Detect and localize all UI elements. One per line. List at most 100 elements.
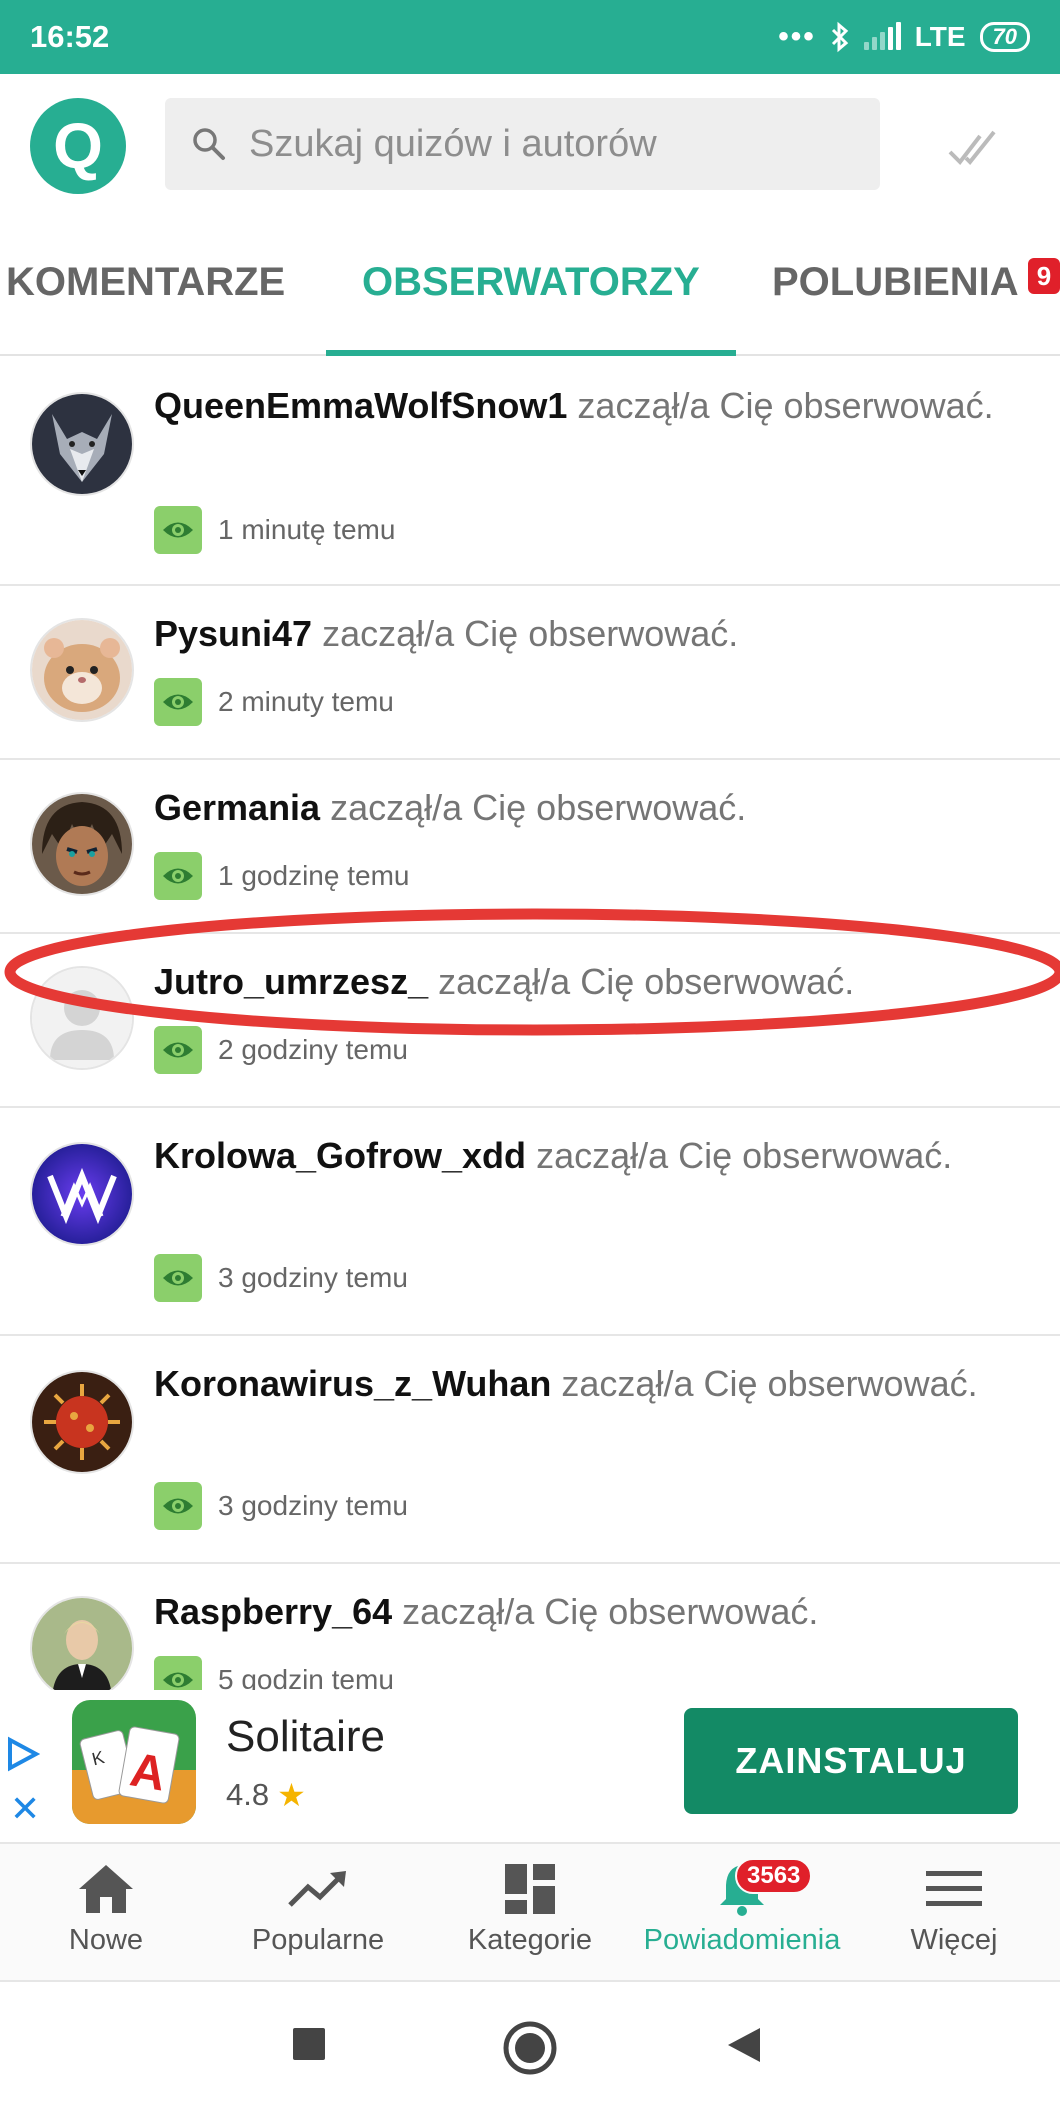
notification-meta: 2 minuty temu xyxy=(154,678,394,726)
username[interactable]: Germania xyxy=(154,787,320,828)
username[interactable]: QueenEmmaWolfSnow1 xyxy=(154,385,567,426)
eye-icon xyxy=(154,1482,202,1530)
action-text: zaczął/a Cię obserwować. xyxy=(330,787,747,828)
ad-rating-value: 4.8 xyxy=(226,1777,270,1812)
ad-choices-icon[interactable] xyxy=(6,1736,40,1772)
notification-meta: 3 godziny temu xyxy=(154,1482,408,1530)
tab-bar: KOMENTARZE OBSERWATORZY POLUBIENIA 9 xyxy=(0,220,1060,356)
timestamp: 3 godziny temu xyxy=(218,1262,408,1293)
tab-polubienia-badge: 9 xyxy=(1028,258,1060,294)
nav-label: Powiadomienia xyxy=(643,1924,841,1956)
timestamp: 3 godziny temu xyxy=(218,1490,408,1521)
network-type: LTE xyxy=(914,21,966,52)
default-avatar[interactable] xyxy=(30,966,134,1070)
bottom-nav: Nowe Popularne Kategorie 3563 Powiadomie… xyxy=(0,1842,1060,1982)
home-icon xyxy=(77,1854,135,1924)
person-avatar[interactable] xyxy=(30,1596,134,1690)
recents-button-icon[interactable] xyxy=(291,2026,327,2062)
more-dots-icon: ••• xyxy=(778,20,816,53)
back-button-icon[interactable] xyxy=(726,2026,762,2064)
nav-nowe[interactable]: Nowe xyxy=(0,1854,212,1974)
notification-item[interactable]: Koronawirus_z_Wuhan zaczął/a Cię obserwo… xyxy=(0,1336,1060,1564)
signal-icon xyxy=(863,22,901,50)
username[interactable]: Krolowa_Gofrow_xdd xyxy=(154,1135,526,1176)
bluetooth-icon xyxy=(831,21,848,53)
battery-level: 70 xyxy=(992,24,1017,49)
notification-count-badge: 3563 xyxy=(735,1858,813,1894)
notification-item[interactable]: QueenEmmaWolfSnow1 zaczął/a Cię obserwow… xyxy=(0,358,1060,586)
aw-logo-avatar[interactable] xyxy=(30,1142,134,1246)
timestamp: 2 godziny temu xyxy=(218,1034,408,1065)
status-time: 16:52 xyxy=(30,19,110,54)
notification-meta: 5 godzin temu xyxy=(154,1656,394,1690)
notification-text: Raspberry_64 zaczął/a Cię obserwować. xyxy=(154,1586,1024,1638)
tab-polubienia[interactable]: POLUBIENIA xyxy=(772,260,1019,305)
nav-label: Nowe xyxy=(68,1924,144,1956)
nav-popularne[interactable]: Popularne xyxy=(212,1854,424,1974)
nav-label: Więcej xyxy=(910,1924,998,1956)
notification-item[interactable]: Germania zaczął/a Cię obserwować. 1 godz… xyxy=(0,760,1060,934)
notification-item[interactable]: Jutro_umrzesz_ zaczął/a Cię obserwować. … xyxy=(0,934,1060,1108)
logo-letter: Q xyxy=(53,110,103,182)
notification-meta: 1 godzinę temu xyxy=(154,852,409,900)
action-text: zaczął/a Cię obserwować. xyxy=(536,1135,953,1176)
bell-icon: 3563 xyxy=(717,1854,813,1924)
nav-powiadomienia[interactable]: 3563 Powiadomienia xyxy=(636,1854,848,1974)
notification-text: Pysuni47 zaczął/a Cię obserwować. xyxy=(154,608,1024,660)
mark-all-read-icon[interactable] xyxy=(948,126,998,170)
action-text: zaczął/a Cię obserwować. xyxy=(322,613,739,654)
action-text: zaczął/a Cię obserwować. xyxy=(402,1591,819,1632)
solitaire-app-icon[interactable]: K A xyxy=(72,1700,196,1824)
username[interactable]: Jutro_umrzesz_ xyxy=(154,961,428,1002)
top-bar: Q xyxy=(0,74,1060,220)
notification-list: QueenEmmaWolfSnow1 zaczął/a Cię obserwow… xyxy=(0,358,1060,1690)
menu-icon xyxy=(926,1854,982,1924)
notification-meta: 2 godziny temu xyxy=(154,1026,408,1074)
eye-icon xyxy=(154,506,202,554)
eye-icon xyxy=(154,852,202,900)
timestamp: 5 godzin temu xyxy=(218,1664,394,1690)
notification-text: Krolowa_Gofrow_xdd zaczął/a Cię obserwow… xyxy=(154,1130,1024,1182)
status-icons: ••• LTE 70 xyxy=(778,20,1030,54)
ad-rating: 4.8 ★ xyxy=(226,1776,306,1814)
nav-kategorie[interactable]: Kategorie xyxy=(424,1854,636,1974)
notification-item[interactable]: Pysuni47 zaczął/a Cię obserwować. 2 minu… xyxy=(0,586,1060,760)
hamster-avatar[interactable] xyxy=(30,618,134,722)
grid-icon xyxy=(503,1854,557,1924)
username[interactable]: Koronawirus_z_Wuhan xyxy=(154,1363,551,1404)
ad-title[interactable]: Solitaire xyxy=(226,1712,385,1762)
trending-icon xyxy=(288,1854,348,1924)
tab-obserwatorzy[interactable]: OBSERWATORZY xyxy=(362,260,700,305)
notification-text: Germania zaczął/a Cię obserwować. xyxy=(154,782,1024,834)
notification-text: Koronawirus_z_Wuhan zaczął/a Cię obserwo… xyxy=(154,1358,1024,1410)
eye-icon xyxy=(154,1254,202,1302)
notification-item[interactable]: Raspberry_64 zaczął/a Cię obserwować. 5 … xyxy=(0,1564,1060,1690)
notification-meta: 1 minutę temu xyxy=(154,506,395,554)
tab-komentarze[interactable]: KOMENTARZE xyxy=(6,260,285,305)
status-bar: 16:52 ••• LTE 70 xyxy=(0,0,1060,74)
nav-label: Popularne xyxy=(251,1924,385,1956)
battery-icon: 70 xyxy=(979,22,1030,52)
timestamp: 1 minutę temu xyxy=(218,514,396,545)
virus-avatar[interactable] xyxy=(30,1370,134,1474)
ad-banner[interactable]: ✕ K A Solitaire 4.8 ★ ZAINSTALUJ xyxy=(0,1690,1060,1842)
nav-wiecej[interactable]: Więcej xyxy=(848,1854,1060,1974)
action-text: zaczął/a Cię obserwować. xyxy=(438,961,855,1002)
timestamp: 2 minuty temu xyxy=(218,686,394,717)
wolf-avatar[interactable] xyxy=(30,392,134,496)
username[interactable]: Raspberry_64 xyxy=(154,1591,392,1632)
home-button-icon[interactable] xyxy=(502,2020,558,2076)
search-input[interactable] xyxy=(249,122,809,166)
eye-icon xyxy=(154,678,202,726)
search-icon xyxy=(193,128,225,160)
search-bar[interactable] xyxy=(165,98,880,190)
eye-icon xyxy=(154,1656,202,1690)
ad-close-icon[interactable]: ✕ xyxy=(10,1788,40,1830)
app-logo[interactable]: Q xyxy=(30,98,126,194)
anime-avatar[interactable] xyxy=(30,792,134,896)
eye-icon xyxy=(154,1026,202,1074)
username[interactable]: Pysuni47 xyxy=(154,613,312,654)
notification-meta: 3 godziny temu xyxy=(154,1254,408,1302)
install-button[interactable]: ZAINSTALUJ xyxy=(684,1708,1018,1814)
notification-item[interactable]: Krolowa_Gofrow_xdd zaczął/a Cię obserwow… xyxy=(0,1108,1060,1336)
